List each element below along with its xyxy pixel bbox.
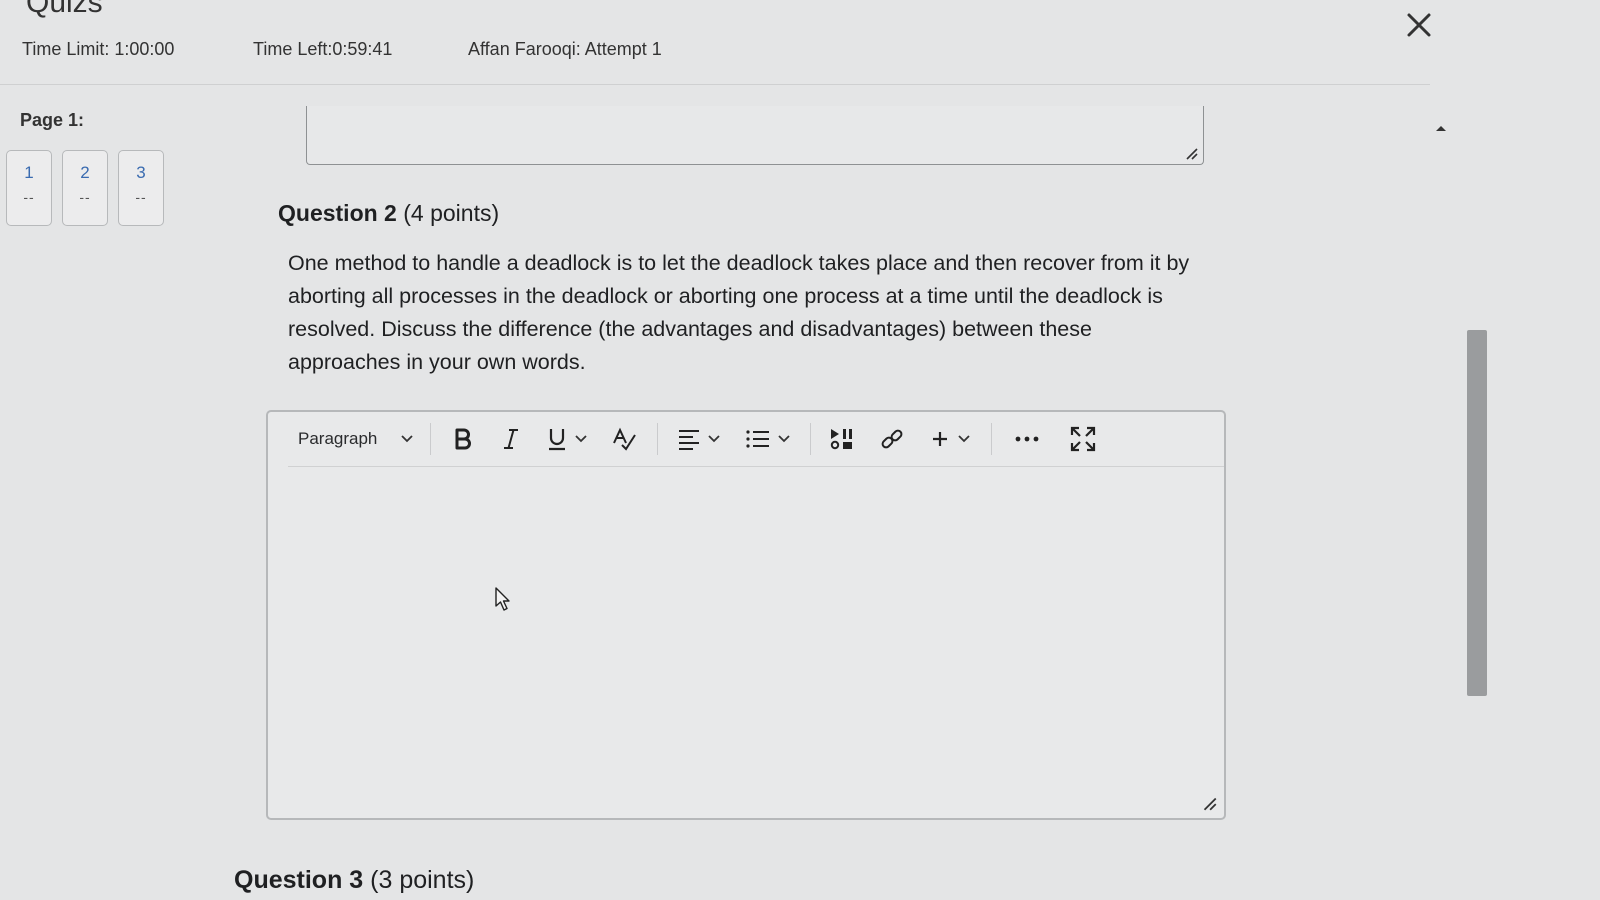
- list-icon: [746, 430, 769, 448]
- question-2-heading: Question 2 (4 points): [278, 200, 499, 227]
- fullscreen-icon: [1070, 426, 1096, 452]
- resize-handle-icon[interactable]: [1200, 794, 1218, 812]
- question-tile-3[interactable]: 3 --: [118, 150, 164, 226]
- question-2-title: Question 2: [278, 200, 397, 226]
- question-number: 3: [136, 163, 146, 182]
- question-1-answer-box[interactable]: [306, 106, 1204, 165]
- bold-icon: [455, 428, 471, 450]
- question-3-heading: Question 3 (3 points): [234, 866, 474, 895]
- more-icon: [1015, 436, 1039, 442]
- paragraph-format-select[interactable]: Paragraph: [288, 419, 420, 459]
- scrollbar-thumb[interactable]: [1467, 330, 1487, 696]
- list-button[interactable]: [736, 419, 800, 459]
- toolbar-divider: [991, 423, 992, 455]
- time-limit: Time Limit: 1:00:00: [22, 39, 175, 59]
- more-options-button[interactable]: [1002, 419, 1052, 459]
- page-label: Page 1:: [20, 110, 85, 130]
- editor-toolbar: Paragraph: [288, 412, 1224, 467]
- insert-link-button[interactable]: [869, 419, 915, 459]
- toolbar-divider: [657, 423, 658, 455]
- quiz-info-bar: Time Limit: 1:00:00 Time Left:0:59:41 Af…: [0, 36, 1430, 85]
- page-navigation: 1 -- 2 -- 3 --: [6, 150, 164, 226]
- scroll-up-arrow-icon[interactable]: [1435, 124, 1447, 132]
- chevron-down-icon: [708, 435, 720, 443]
- toolbar-divider: [430, 423, 431, 455]
- chevron-down-icon: [958, 435, 970, 443]
- bold-button[interactable]: [441, 419, 485, 459]
- quiz-title: Quizs: [26, 0, 103, 19]
- question-2-points: (4 points): [403, 200, 500, 226]
- insert-plus-icon: [933, 432, 947, 446]
- attempt-info: Affan Farooqi: Attempt 1: [468, 39, 662, 59]
- paragraph-format-label: Paragraph: [298, 429, 378, 448]
- question-tile-1[interactable]: 1 --: [6, 150, 52, 226]
- question-tile-2[interactable]: 2 --: [62, 150, 108, 226]
- spellcheck-button[interactable]: [603, 419, 647, 459]
- italic-button[interactable]: [491, 419, 531, 459]
- question-3-title: Question 3: [234, 866, 364, 894]
- question-number: 2: [80, 163, 90, 182]
- chevron-down-icon: [778, 435, 790, 443]
- mouse-pointer-icon: [495, 587, 510, 611]
- toolbar-divider: [810, 423, 811, 455]
- chevron-down-icon: [575, 435, 587, 443]
- fullscreen-button[interactable]: [1058, 419, 1108, 459]
- align-button[interactable]: [668, 419, 730, 459]
- rich-text-editor: Paragraph: [266, 410, 1226, 820]
- underline-icon: [549, 429, 565, 451]
- insert-button[interactable]: [921, 419, 981, 459]
- resize-handle-icon[interactable]: [1183, 145, 1199, 161]
- question-status: --: [79, 189, 91, 205]
- question-status: --: [23, 189, 35, 205]
- insert-media-button[interactable]: [821, 419, 863, 459]
- italic-icon: [504, 429, 518, 449]
- time-left: Time Left:0:59:41: [253, 39, 393, 59]
- align-icon: [679, 430, 699, 450]
- question-3-points: (3 points): [370, 866, 475, 894]
- link-icon: [881, 429, 903, 449]
- media-icon: [830, 429, 852, 450]
- editor-content-area[interactable]: [268, 468, 1224, 818]
- question-number: 1: [24, 163, 34, 182]
- underline-button[interactable]: [537, 419, 597, 459]
- chevron-down-icon: [401, 435, 413, 443]
- spellcheck-icon: [613, 427, 636, 451]
- question-status: --: [135, 189, 147, 205]
- question-2-text: One method to handle a deadlock is to le…: [288, 251, 1190, 374]
- close-icon: [1407, 13, 1431, 37]
